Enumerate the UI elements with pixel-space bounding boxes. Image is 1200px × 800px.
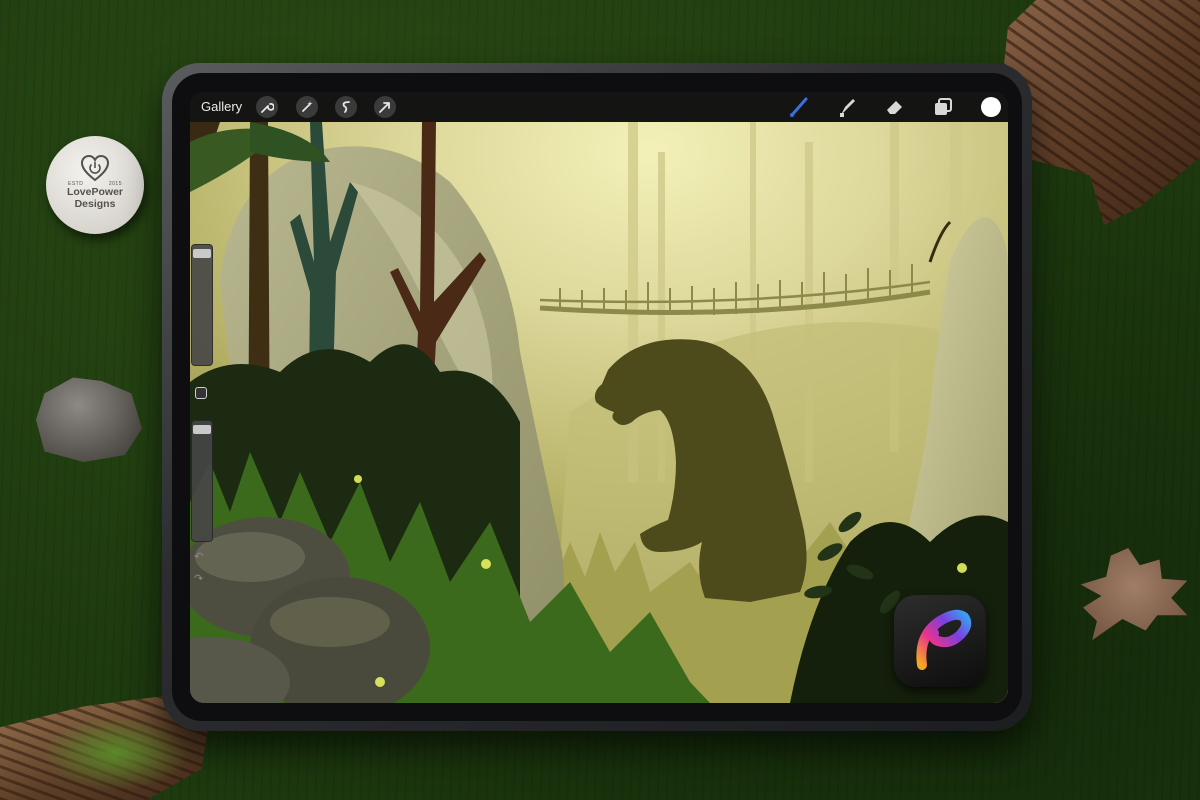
procreate-toolbar: Gallery — [190, 92, 1008, 122]
redo-button[interactable]: ↷ — [194, 572, 203, 585]
oak-leaf-prop — [1080, 548, 1188, 641]
procreate-app-icon — [894, 595, 986, 687]
wrench-icon — [261, 103, 274, 113]
procreate-logo-icon — [916, 609, 972, 670]
actions-button[interactable] — [256, 96, 278, 118]
opacity-thumb[interactable] — [193, 425, 211, 435]
color-picker-button[interactable] — [981, 97, 1001, 117]
move-arrow-icon — [379, 102, 390, 113]
procreate-screen: Gallery ↶ ↷ — [190, 92, 1008, 703]
brush-size-thumb[interactable] — [193, 249, 211, 259]
artwork-canvas[interactable] — [190, 122, 1008, 703]
gallery-button[interactable]: Gallery — [201, 99, 242, 114]
undo-button[interactable]: ↶ — [194, 550, 203, 563]
procreate-sidebar: ↶ ↷ — [190, 244, 215, 596]
selection-button[interactable] — [335, 96, 357, 118]
smudge-icon[interactable] — [835, 95, 859, 119]
eraser-icon[interactable] — [883, 95, 907, 119]
brush-size-slider[interactable] — [191, 244, 213, 366]
badge-name-line1: LovePower — [66, 186, 124, 198]
modify-button[interactable] — [195, 387, 207, 399]
opacity-slider[interactable] — [191, 420, 213, 542]
heart-power-icon — [80, 154, 110, 182]
brush-icon[interactable] — [788, 95, 812, 119]
lovepower-badge-logo: ESTD 2015 LovePower Designs — [46, 136, 144, 234]
layers-icon[interactable] — [931, 95, 955, 119]
badge-name-line2: Designs — [74, 198, 116, 210]
adjustments-button[interactable] — [296, 96, 318, 118]
badge-name: LovePower Designs — [46, 186, 144, 210]
magic-wand-icon — [302, 101, 313, 112]
stone-prop — [36, 377, 142, 462]
selection-icon — [342, 101, 350, 113]
transform-button[interactable] — [374, 96, 396, 118]
